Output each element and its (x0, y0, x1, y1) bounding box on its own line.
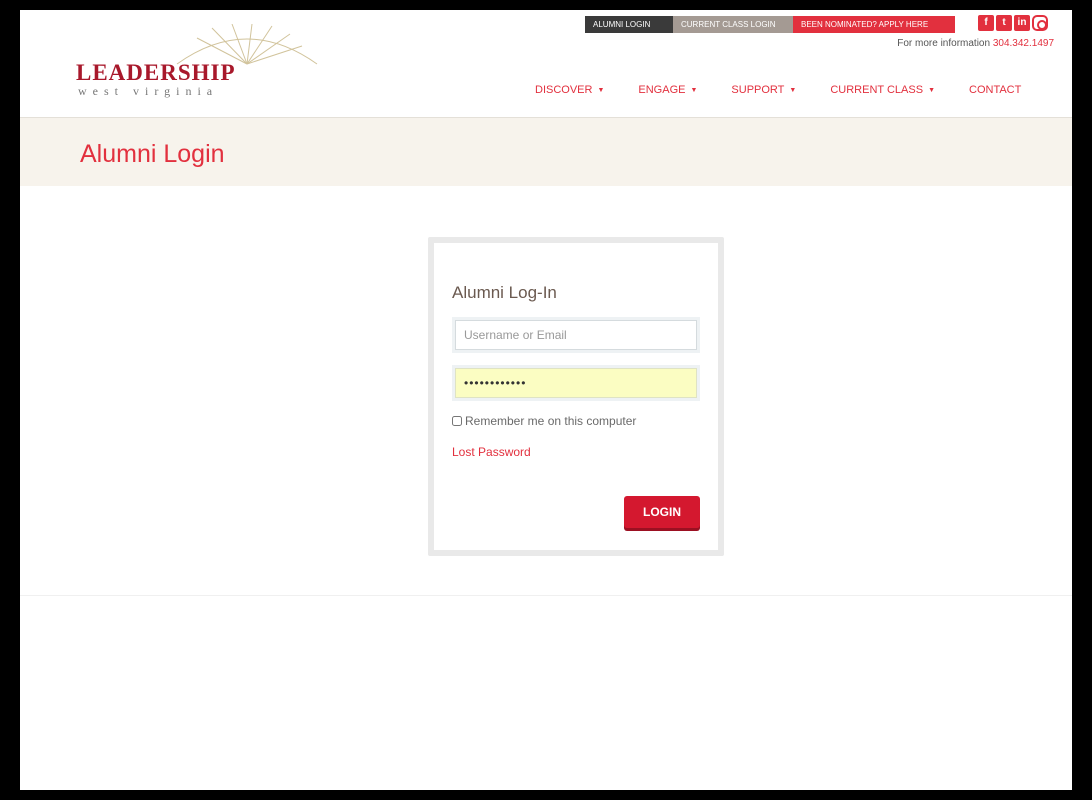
nav-label: CONTACT (969, 84, 1022, 96)
social-links: f t in (978, 15, 1048, 31)
apply-here-link[interactable]: BEEN NOMINATED? APPLY HERE (793, 16, 955, 33)
current-class-login-link[interactable]: CURRENT CLASS LOGIN (673, 16, 793, 33)
logo-subtitle: west virginia (78, 84, 219, 98)
instagram-icon[interactable] (1032, 15, 1048, 31)
password-field-wrap (452, 365, 700, 401)
nav-engage[interactable]: ENGAGE ▼ (638, 84, 697, 96)
nav-support[interactable]: SUPPORT ▼ (731, 84, 796, 96)
username-input[interactable] (455, 320, 697, 350)
login-button[interactable]: LOGIN (624, 496, 700, 528)
chevron-down-icon: ▼ (789, 86, 797, 94)
site-header: LEADERSHIP west virginia ALUMNI LOGIN CU… (20, 10, 1072, 118)
chevron-down-icon: ▼ (928, 86, 935, 94)
chevron-down-icon: ▼ (690, 86, 698, 94)
info-label: For more information (897, 38, 991, 49)
login-title: Alumni Log-In (452, 283, 557, 302)
login-form: Alumni Log-In Remember me on this comput… (434, 243, 718, 550)
password-input[interactable] (455, 368, 697, 398)
logo-wordmark: LEADERSHIP (76, 60, 236, 85)
nav-label: CURRENT CLASS (830, 84, 924, 96)
lost-password-link[interactable]: Lost Password (452, 445, 531, 459)
main-nav: DISCOVER ▼ ENGAGE ▼ SUPPORT ▼ CURRENT CL… (535, 84, 1021, 96)
login-panel: Alumni Log-In Remember me on this comput… (428, 237, 724, 556)
nav-label: SUPPORT (731, 84, 785, 96)
alumni-login-link[interactable]: ALUMNI LOGIN (585, 16, 673, 33)
phone-number[interactable]: 304.342.1497 (993, 38, 1054, 49)
nav-label: DISCOVER (535, 84, 593, 96)
page-title: Alumni Login (80, 140, 225, 168)
twitter-icon[interactable]: t (996, 15, 1012, 31)
remember-me[interactable]: Remember me on this computer (452, 414, 636, 428)
nav-current-class[interactable]: CURRENT CLASS ▼ (830, 84, 935, 96)
facebook-icon[interactable]: f (978, 15, 994, 31)
divider (20, 595, 1072, 596)
browser-page: LEADERSHIP west virginia ALUMNI LOGIN CU… (20, 10, 1072, 790)
nav-discover[interactable]: DISCOVER ▼ (535, 84, 604, 96)
nav-contact[interactable]: CONTACT (969, 84, 1021, 96)
chevron-down-icon: ▼ (597, 86, 605, 94)
username-field-wrap (452, 317, 700, 353)
linkedin-icon[interactable]: in (1014, 15, 1030, 31)
contact-info: For more information 304.342.1497 (897, 38, 1054, 49)
site-logo[interactable]: LEADERSHIP west virginia (76, 24, 318, 98)
nav-label: ENGAGE (638, 84, 686, 96)
remember-checkbox[interactable] (452, 416, 462, 426)
utility-bar: ALUMNI LOGIN CURRENT CLASS LOGIN BEEN NO… (585, 16, 955, 33)
remember-label: Remember me on this computer (465, 414, 637, 428)
page-title-band: Alumni Login (20, 118, 1072, 186)
